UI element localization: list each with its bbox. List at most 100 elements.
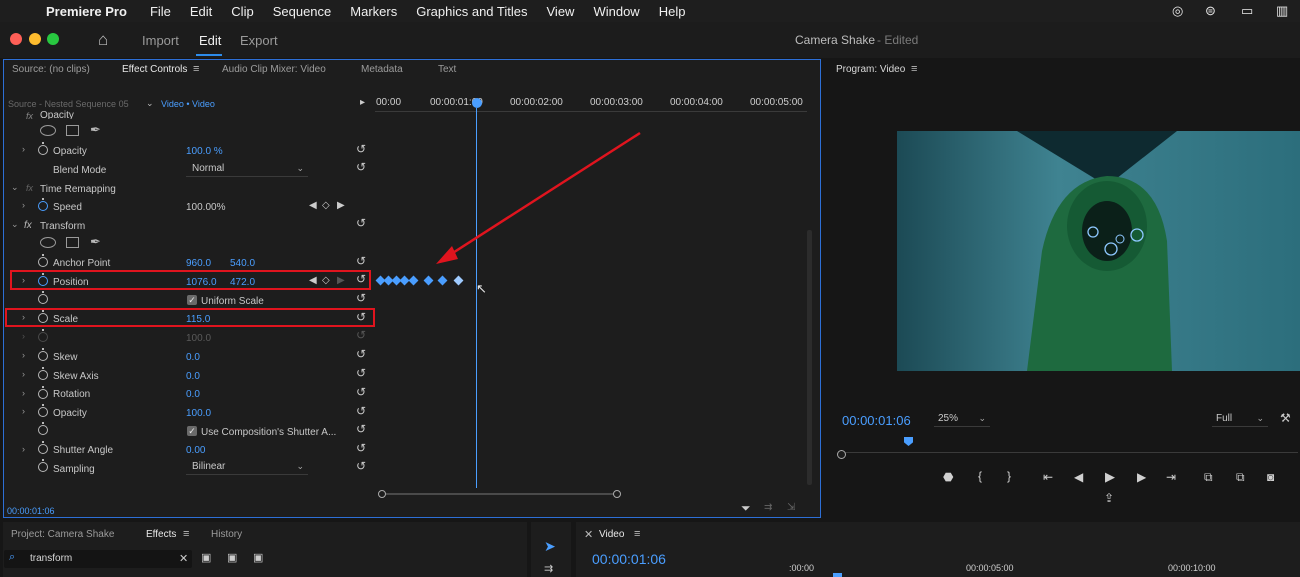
tab-edit[interactable]: Edit bbox=[199, 33, 221, 48]
menu-file[interactable]: File bbox=[150, 4, 171, 19]
tab-project[interactable]: Project: Camera Shake bbox=[11, 529, 114, 540]
play-icon[interactable]: ▶ bbox=[1105, 469, 1115, 485]
wrench-icon[interactable]: ⚒ bbox=[1280, 411, 1291, 425]
step-back-icon[interactable]: ◀ bbox=[1074, 470, 1083, 484]
prev-keyframe-icon[interactable]: ◀ bbox=[309, 200, 317, 211]
reset-icon[interactable]: ↺ bbox=[356, 441, 366, 455]
chevron-right-icon[interactable]: › bbox=[22, 369, 25, 379]
menu-window[interactable]: Window bbox=[593, 4, 639, 19]
reset-icon[interactable]: ↺ bbox=[356, 254, 366, 268]
filter-icon[interactable]: ⏷ bbox=[741, 501, 751, 516]
uniform-scale-checkbox[interactable]: ✓ bbox=[187, 295, 197, 305]
close-window-button[interactable] bbox=[10, 33, 22, 45]
menu-help[interactable]: Help bbox=[659, 4, 686, 19]
yuv-effects-icon[interactable]: ▣ bbox=[253, 551, 263, 564]
anchor-x-value[interactable]: 960.0 bbox=[186, 258, 211, 269]
stopwatch-icon[interactable] bbox=[38, 422, 48, 435]
track-select-icon[interactable]: ⇉ bbox=[544, 562, 553, 575]
go-to-out-icon[interactable]: ⇥ bbox=[1166, 470, 1176, 484]
menu-markers[interactable]: Markers bbox=[350, 4, 397, 19]
selection-tool-icon[interactable]: ➤ bbox=[544, 538, 556, 555]
sampling-dropdown[interactable]: Bilinear ⌄ bbox=[186, 461, 308, 475]
tab-source[interactable]: Source: (no clips) bbox=[12, 64, 90, 75]
rectangle-mask-icon[interactable] bbox=[66, 237, 79, 248]
close-icon[interactable]: ✕ bbox=[584, 528, 593, 541]
scale-width-value[interactable]: 100.0 bbox=[186, 333, 211, 344]
fx-icon[interactable]: fx bbox=[26, 111, 33, 121]
toggle-icon[interactable]: ▭ bbox=[1241, 3, 1253, 19]
accelerated-effects-icon[interactable]: ▣ bbox=[201, 551, 211, 564]
reset-icon[interactable]: ↺ bbox=[356, 459, 366, 473]
stopwatch-icon[interactable] bbox=[38, 254, 48, 267]
rectangle-mask-icon[interactable] bbox=[66, 125, 79, 136]
zoom-handle-left[interactable] bbox=[378, 490, 386, 498]
menu-edit[interactable]: Edit bbox=[190, 4, 212, 19]
tab-effects[interactable]: Effects bbox=[146, 529, 176, 540]
reset-icon[interactable]: ↺ bbox=[356, 291, 366, 305]
stopwatch-icon[interactable] bbox=[38, 142, 48, 155]
rotation-value[interactable]: 0.0 bbox=[186, 389, 200, 400]
32bit-effects-icon[interactable]: ▣ bbox=[227, 551, 237, 564]
quality-dropdown[interactable]: Full ⌄ bbox=[1212, 413, 1268, 427]
skew-value[interactable]: 0.0 bbox=[186, 352, 200, 363]
close-icon[interactable]: ✕ bbox=[179, 552, 188, 565]
skew-axis-value[interactable]: 0.0 bbox=[186, 371, 200, 382]
sync-icon[interactable]: ⊜ bbox=[1205, 3, 1216, 19]
lift-icon[interactable]: ⇪ bbox=[1104, 491, 1114, 505]
reset-icon[interactable]: ↺ bbox=[356, 328, 366, 342]
ellipse-mask-icon[interactable] bbox=[40, 125, 56, 136]
stopwatch-icon[interactable] bbox=[38, 404, 48, 417]
chevron-right-icon[interactable]: › bbox=[22, 406, 25, 416]
timeline-playhead[interactable] bbox=[833, 573, 842, 577]
zoom-scrollbar[interactable] bbox=[381, 493, 619, 495]
stopwatch-icon[interactable] bbox=[38, 348, 48, 361]
blend-mode-dropdown[interactable]: Normal ⌄ bbox=[186, 163, 308, 177]
tab-effect-controls[interactable]: Effect Controls bbox=[122, 64, 187, 75]
mark-out-icon[interactable]: } bbox=[1007, 469, 1011, 483]
tab-metadata[interactable]: Metadata bbox=[361, 64, 403, 75]
program-timecode[interactable]: 00:00:01:06 bbox=[842, 413, 911, 428]
stopwatch-icon[interactable] bbox=[38, 386, 48, 399]
chevron-right-icon[interactable]: › bbox=[22, 444, 25, 454]
stopwatch-icon[interactable] bbox=[38, 198, 48, 211]
panel-menu-icon[interactable]: ≡ bbox=[183, 528, 189, 540]
speed-value[interactable]: 100.00% bbox=[186, 202, 225, 213]
chevron-down-icon[interactable]: ⌄ bbox=[11, 182, 19, 193]
zoom-handle-right[interactable] bbox=[613, 490, 621, 498]
add-keyframe-icon[interactable]: ◇ bbox=[322, 200, 330, 211]
panel-menu-icon[interactable]: ≡ bbox=[193, 63, 199, 75]
playhead-handle[interactable] bbox=[472, 98, 482, 108]
stopwatch-icon[interactable] bbox=[38, 459, 48, 472]
stopwatch-icon[interactable] bbox=[38, 291, 48, 304]
creative-cloud-icon[interactable]: ◎ bbox=[1172, 3, 1183, 19]
opacity-value[interactable]: 100.0 % bbox=[186, 146, 223, 157]
stopwatch-icon[interactable] bbox=[38, 441, 48, 454]
reset-icon[interactable]: ↺ bbox=[356, 347, 366, 361]
add-marker-icon[interactable]: ⬣ bbox=[943, 470, 953, 484]
tab-audio-clip-mixer[interactable]: Audio Clip Mixer: Video bbox=[222, 64, 326, 75]
chevron-right-icon[interactable]: › bbox=[22, 200, 25, 210]
program-zoom-handle[interactable] bbox=[837, 450, 846, 459]
program-title[interactable]: Program: Video bbox=[836, 64, 905, 75]
zoom-dropdown[interactable]: 25% ⌄ bbox=[934, 413, 990, 427]
maximize-window-button[interactable] bbox=[47, 33, 59, 45]
panel-menu-icon[interactable]: ≡ bbox=[634, 528, 640, 540]
tab-timeline-video[interactable]: Video bbox=[599, 529, 624, 540]
chevron-right-icon[interactable]: › bbox=[22, 144, 25, 154]
insert-icon[interactable]: ⧉ bbox=[1204, 470, 1213, 485]
chevron-down-icon[interactable]: ⌄ bbox=[146, 98, 154, 109]
tab-text[interactable]: Text bbox=[438, 64, 456, 75]
reset-icon[interactable]: ↺ bbox=[356, 366, 366, 380]
chevron-right-icon[interactable]: › bbox=[22, 388, 25, 398]
stopwatch-icon[interactable] bbox=[38, 329, 48, 342]
reset-icon[interactable]: ↺ bbox=[356, 385, 366, 399]
program-playhead[interactable] bbox=[904, 437, 913, 446]
home-icon[interactable]: ⌂ bbox=[98, 30, 108, 50]
clip-selector[interactable]: Video • Video bbox=[161, 99, 215, 109]
composition-shutter-checkbox[interactable]: ✓ bbox=[187, 426, 197, 436]
reset-icon[interactable]: ↺ bbox=[356, 422, 366, 436]
step-forward-icon[interactable]: ▶ bbox=[1137, 470, 1146, 484]
chevron-down-icon[interactable]: ⌄ bbox=[11, 219, 19, 230]
program-timeline[interactable] bbox=[838, 452, 1298, 453]
panel-menu-icon[interactable]: ≡ bbox=[911, 63, 917, 75]
